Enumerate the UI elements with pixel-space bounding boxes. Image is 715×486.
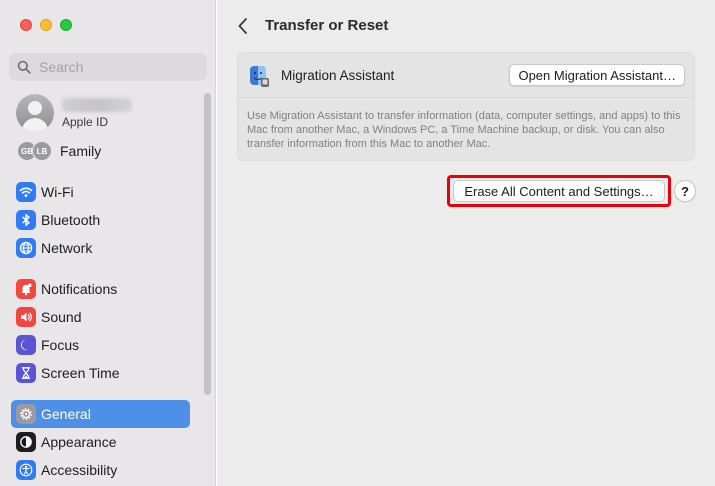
search-icon [17, 60, 31, 74]
sidebar-item-screen-time[interactable]: Screen Time [11, 360, 190, 386]
sidebar-item-label: Notifications [41, 281, 118, 297]
sidebar: Apple ID GB LB Family Wi-Fi Bluetooth Ne… [0, 0, 216, 486]
family-member-avatar: LB [32, 141, 52, 161]
back-chevron-icon[interactable] [236, 16, 250, 36]
sidebar-item-label: Bluetooth [41, 212, 101, 228]
gear-icon [16, 404, 36, 424]
zoom-window-button[interactable] [60, 19, 72, 31]
sidebar-item-label: Family [60, 143, 102, 159]
window-controls [20, 19, 72, 31]
apple-id-label: Apple ID [62, 114, 109, 129]
help-button[interactable]: ? [674, 180, 696, 202]
accessibility-icon [16, 460, 36, 480]
sidebar-item-general[interactable]: General [11, 400, 190, 428]
sidebar-item-label: Sound [41, 309, 82, 325]
migration-assistant-icon [250, 66, 269, 87]
sidebar-item-bluetooth[interactable]: Bluetooth [11, 207, 190, 233]
sidebar-item-label: Screen Time [41, 365, 120, 381]
globe-icon [16, 238, 36, 258]
speaker-icon [16, 307, 36, 327]
open-migration-assistant-button[interactable]: Open Migration Assistant… [509, 64, 685, 86]
sidebar-item-sound[interactable]: Sound [11, 304, 190, 330]
sidebar-scrollbar[interactable] [204, 93, 211, 395]
migration-assistant-label: Migration Assistant [281, 68, 395, 83]
page-title: Transfer or Reset [265, 17, 389, 34]
migration-assistant-row: Migration Assistant Open Migration Assis… [238, 53, 694, 98]
moon-icon [16, 335, 36, 355]
search-input[interactable] [39, 59, 199, 75]
appearance-icon [16, 432, 36, 452]
migration-assistant-description: Use Migration Assistant to transfer info… [247, 110, 681, 150]
search-field[interactable] [9, 53, 207, 81]
sidebar-item-label: Network [41, 240, 93, 256]
sidebar-item-focus[interactable]: Focus [11, 332, 190, 358]
sidebar-item-network[interactable]: Network [11, 235, 190, 261]
hourglass-icon [16, 363, 36, 383]
sidebar-item-wifi[interactable]: Wi-Fi [11, 179, 190, 205]
sidebar-item-label: Wi-Fi [41, 184, 74, 200]
avatar [16, 94, 54, 132]
migration-assistant-panel: Migration Assistant Open Migration Assis… [237, 52, 695, 161]
sidebar-item-family[interactable]: GB LB Family [17, 141, 101, 161]
erase-all-content-button[interactable]: Erase All Content and Settings… [453, 180, 665, 202]
sidebar-item-label: General [41, 406, 91, 422]
bluetooth-icon [16, 210, 36, 230]
account-name-redacted [62, 97, 132, 112]
sidebar-item-accessibility[interactable]: Accessibility [11, 457, 190, 483]
sidebar-item-appearance[interactable]: Appearance [11, 429, 190, 455]
apple-id-account[interactable]: Apple ID [16, 94, 132, 132]
minimize-window-button[interactable] [40, 19, 52, 31]
sidebar-item-label: Appearance [41, 434, 117, 450]
sidebar-item-notifications[interactable]: Notifications [11, 276, 190, 302]
bell-icon [16, 279, 36, 299]
sidebar-item-label: Focus [41, 337, 80, 353]
wifi-icon [16, 182, 36, 202]
close-window-button[interactable] [20, 19, 32, 31]
sidebar-item-label: Accessibility [41, 462, 118, 478]
